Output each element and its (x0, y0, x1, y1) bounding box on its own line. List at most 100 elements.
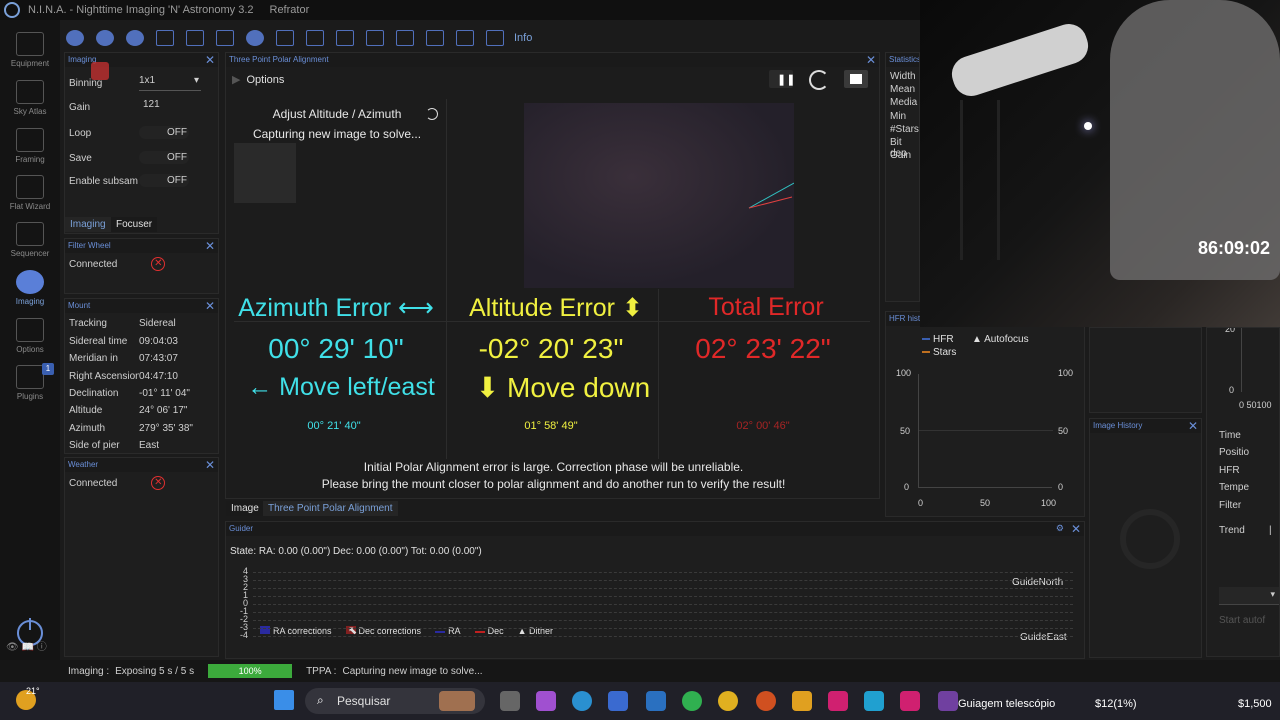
rotator-icon[interactable] (156, 30, 174, 46)
sidebar-item-equipment[interactable]: Equipment (0, 32, 60, 68)
sidebar-item-flat-wizard[interactable]: Flat Wizard (0, 175, 60, 211)
disconnected-icon[interactable]: ✕ (151, 257, 166, 271)
x-tick: 100 (1041, 498, 1057, 508)
close-icon[interactable]: ✕ (205, 53, 215, 67)
mount-icon[interactable] (216, 30, 234, 46)
sidebar-item-sky-atlas[interactable]: Sky Atlas (0, 80, 60, 116)
copilot-icon[interactable] (536, 691, 556, 711)
options-expander[interactable]: ▶ Options (232, 73, 284, 86)
weather-panel: Weather ✕ Connected ✕ (64, 457, 219, 657)
tab-imaging[interactable]: Imaging (65, 217, 111, 232)
close-icon[interactable]: ✕ (205, 239, 215, 253)
app-icon-5[interactable] (938, 691, 958, 711)
start-autofocus-button[interactable]: Start autof (1219, 615, 1265, 626)
guide-grid-line (253, 588, 1073, 589)
autofocus-panel: 20 0 0 50100 Time Positio HFR Tempe Filt… (1206, 327, 1280, 657)
tripod-image (960, 100, 1000, 260)
sidebar-item-options[interactable]: Options (0, 318, 60, 354)
loop-toggle[interactable]: OFF (139, 126, 189, 139)
grid-line (919, 430, 1053, 431)
dome-icon[interactable] (336, 30, 354, 46)
stat-label: Gain (890, 150, 912, 161)
observatory-icon[interactable] (366, 30, 384, 46)
tab-focuser[interactable]: Focuser (111, 217, 158, 232)
autofocus-select[interactable]: ▾ (1219, 587, 1279, 605)
sidebar-item-framing[interactable]: Framing (0, 128, 60, 164)
task-view-icon[interactable] (500, 691, 520, 711)
whatsapp-icon[interactable] (682, 691, 702, 711)
guide-grid-line (253, 620, 1073, 621)
stop-button[interactable] (844, 70, 868, 88)
close-icon[interactable]: ✕ (1071, 522, 1081, 536)
wave-icon[interactable] (426, 30, 444, 46)
refresh-spinner-icon[interactable] (809, 70, 829, 90)
weather-temp: 21° (26, 686, 40, 696)
alignment-lines (748, 182, 795, 209)
app-icon[interactable] (646, 691, 666, 711)
plate-solve-image[interactable] (524, 103, 795, 288)
pause-button[interactable]: ❚❚ (769, 70, 795, 88)
subsample-row: Enable subsam (69, 175, 138, 187)
af-label: Tempe (1219, 482, 1250, 493)
guide-grid-line (253, 604, 1073, 605)
save-toggle[interactable]: OFF (139, 151, 189, 164)
app-icon-3[interactable] (864, 691, 884, 711)
file-explorer-icon[interactable] (792, 691, 812, 711)
office-icon[interactable] (756, 691, 776, 711)
settings-icon[interactable]: ⚙ (1056, 523, 1064, 534)
close-icon[interactable]: ✕ (1188, 419, 1198, 433)
tab-tppa[interactable]: Three Point Polar Alignment (263, 501, 398, 516)
focuser-icon[interactable] (126, 30, 144, 46)
close-icon[interactable]: ✕ (866, 53, 876, 67)
edge-icon[interactable] (572, 691, 592, 711)
azimuth-detail: 00° 21' 40" (307, 420, 361, 432)
info-tab[interactable]: Info (514, 32, 532, 44)
nina-logo-icon (4, 2, 20, 18)
active-app-label[interactable]: Guiagem telescópio (958, 698, 1055, 710)
store-icon[interactable] (608, 691, 628, 711)
azimuth-error-title: Azimuth Error ⟷ (238, 294, 434, 322)
filter-wheel-icon[interactable] (96, 30, 114, 46)
chevron-down-icon: ▾ (193, 75, 199, 86)
thumbnail-image[interactable] (234, 143, 296, 203)
mount-row: Sidereal time 09:04:03 (69, 335, 178, 347)
close-icon[interactable]: ✕ (205, 458, 215, 472)
tab-image[interactable]: Image (226, 501, 264, 516)
guider-panel: Guider ✕ ⚙ State: RA: 0.00 (0.00") Dec: … (225, 521, 1085, 659)
shield-icon[interactable] (486, 30, 504, 46)
bar-chart-icon[interactable] (396, 30, 414, 46)
app-icon-4[interactable] (900, 691, 920, 711)
binning-select[interactable]: 1x1 ▾ (139, 75, 201, 91)
app-icon-2[interactable] (828, 691, 848, 711)
target-icon[interactable] (246, 30, 264, 46)
guide-north-label: GuideNorth (1012, 577, 1064, 588)
gain-input[interactable]: 121 (143, 99, 160, 110)
statistics-panel: Statistics Width Mean Media Min #Stars B… (885, 52, 920, 302)
sliders-icon[interactable] (306, 30, 324, 46)
refresh-icon[interactable] (186, 30, 204, 46)
sidebar-item-plugins[interactable]: Plugins 1 (0, 363, 60, 401)
subsample-toggle[interactable]: OFF (139, 174, 189, 187)
filter-wheel-status: Connected ✕ (69, 256, 166, 272)
sidebar-footer-icons[interactable]: 👁 📖 ⓘ (6, 638, 47, 653)
status-bar: Imaging : Exposing 5 s / 5 s 100% TPPA :… (0, 660, 1280, 682)
windows-start-icon[interactable] (274, 690, 294, 710)
imaging-status-label: Imaging : (68, 665, 110, 677)
disconnected-icon[interactable]: ✕ (151, 476, 166, 490)
bulb-icon[interactable] (456, 30, 474, 46)
imaging-panel: Imaging ✕ Binning 1x1 ▾ Gain 121 Loop OFF… (64, 52, 219, 234)
sidebar-item-sequencer[interactable]: Sequencer (0, 222, 60, 258)
taskbar-search[interactable]: ⌕ Pesquisar (305, 688, 485, 714)
af-label: Positio (1219, 447, 1250, 458)
altitude-line (748, 196, 793, 209)
loop-row: Loop (69, 127, 92, 139)
sidebar-item-imaging[interactable]: Imaging (0, 270, 60, 306)
y-tick: 20 (1225, 327, 1236, 334)
total-detail: 02° 00' 46" (736, 420, 790, 432)
close-icon[interactable]: ✕ (205, 299, 215, 313)
guide-grid-line (253, 596, 1073, 597)
camera-icon[interactable] (66, 30, 84, 46)
list-icon[interactable] (276, 30, 294, 46)
chrome-icon[interactable] (718, 691, 738, 711)
legend-autofocus: ▲ Autofocus (972, 334, 1029, 345)
